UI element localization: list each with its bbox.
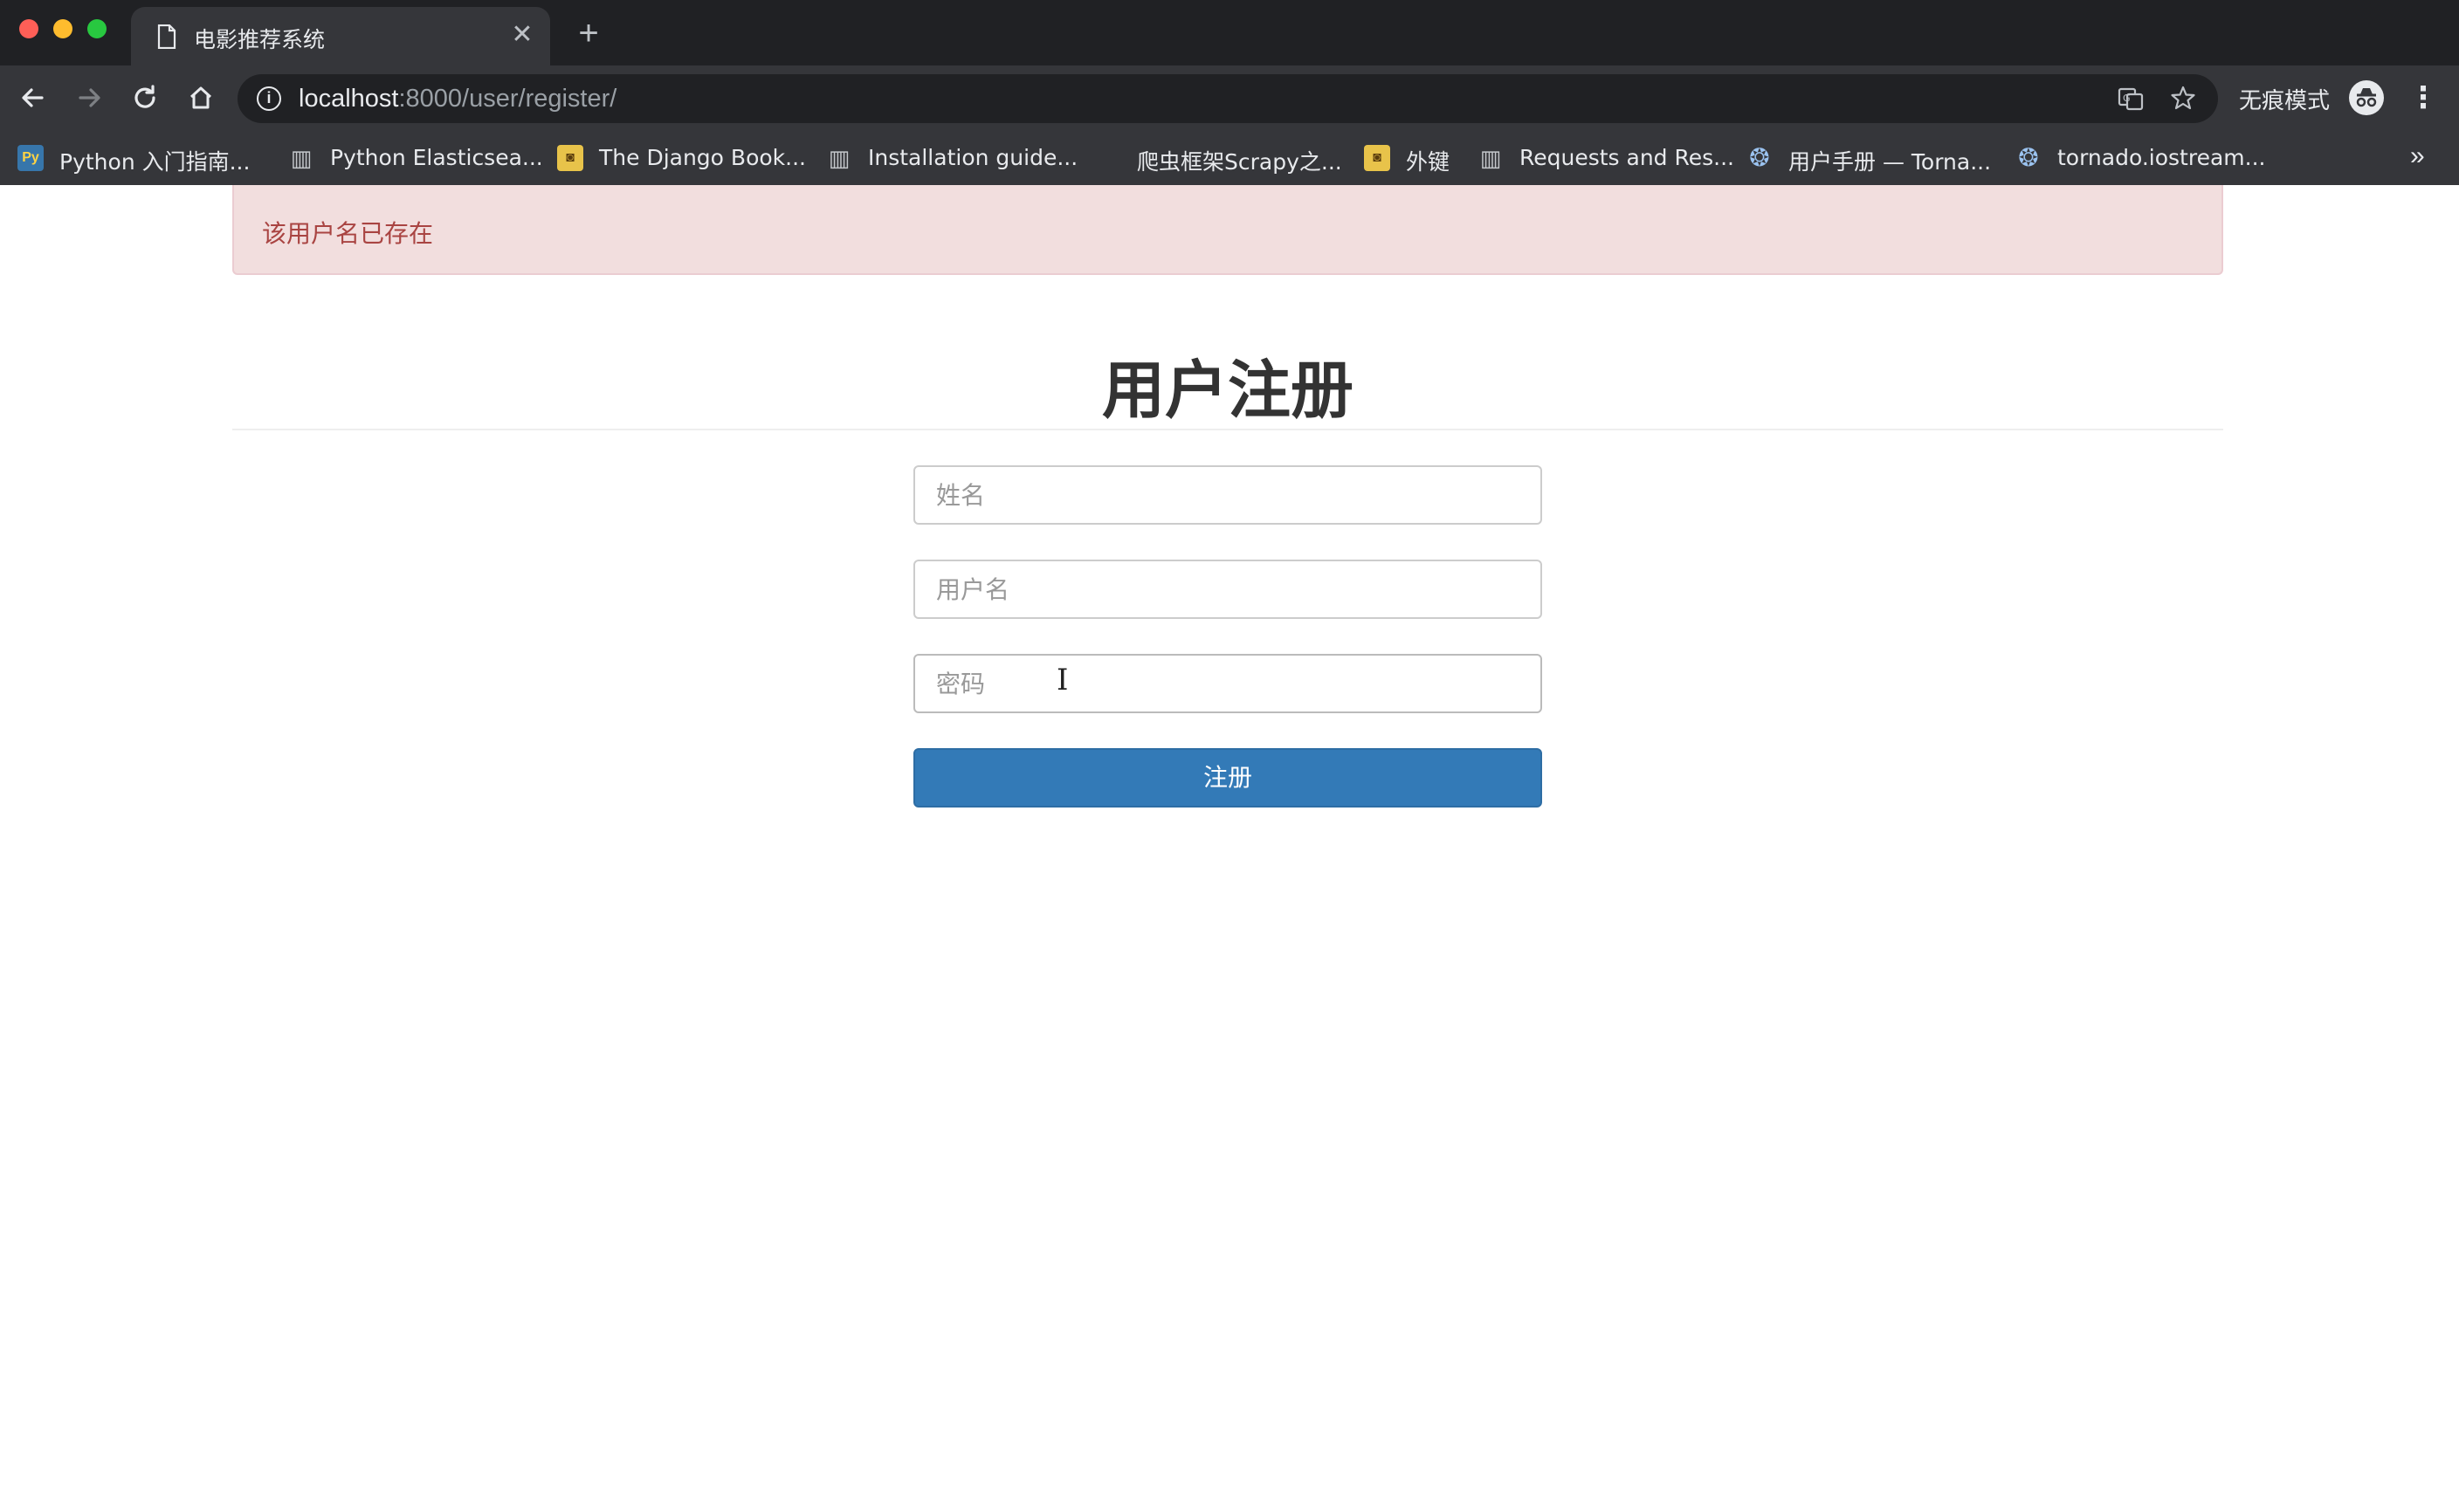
home-icon[interactable]	[183, 80, 218, 115]
tornado-icon: ❂	[2018, 144, 2039, 171]
translate-icon[interactable]: G	[2115, 83, 2146, 114]
tab-title: 电影推荐系统	[194, 27, 326, 52]
blank-icon	[1095, 145, 1121, 171]
active-tab[interactable]: 电影推荐系统 ✕	[131, 7, 550, 65]
password-input[interactable]	[913, 654, 1542, 713]
close-window-button[interactable]	[19, 19, 38, 38]
address-bar[interactable]: i localhost:8000/user/register/ G	[238, 74, 2218, 123]
bookmark-label: 爬虫框架Scrapy之...	[1137, 149, 1342, 175]
bookmark-label: Installation guide...	[868, 145, 1078, 170]
bookmark-label: Requests and Res...	[1519, 145, 1734, 170]
close-tab-icon[interactable]: ✕	[508, 21, 536, 49]
incognito-label: 无痕模式	[2239, 88, 2331, 114]
doc-icon: ▥	[828, 145, 851, 171]
tornado-icon: ❂	[1749, 144, 1770, 171]
bookmark-label: 外键	[1406, 149, 1450, 175]
bookmark-label: Python Elasticsea...	[330, 145, 543, 170]
register-button[interactable]: 注册	[913, 748, 1542, 808]
browser-toolbar: i localhost:8000/user/register/ G 无痕模式 ⋮	[0, 65, 2459, 131]
doc-icon: ▥	[1479, 145, 1502, 171]
bookmark-label: Python 入门指南...	[59, 149, 251, 175]
reload-icon[interactable]	[127, 80, 162, 115]
bookmark-label: 用户手册 — Torna...	[1788, 149, 1992, 175]
title-divider	[232, 429, 2223, 430]
username-input[interactable]	[913, 560, 1542, 619]
bookmark-label: tornado.iostream...	[2057, 145, 2266, 170]
page-icon	[157, 24, 176, 50]
alert-message: 该用户名已存在	[262, 219, 434, 248]
bookmarks-bar: Py Python 入门指南... ▥ Python Elasticsea...…	[0, 131, 2459, 185]
site-info-icon[interactable]: i	[257, 86, 281, 111]
error-alert: 该用户名已存在	[232, 185, 2223, 275]
python-icon: Py	[17, 145, 44, 171]
bookmark-label: The Django Book...	[599, 145, 806, 170]
forward-arrow-icon[interactable]	[72, 80, 107, 115]
maximize-window-button[interactable]	[87, 19, 107, 38]
back-arrow-icon[interactable]	[16, 80, 51, 115]
django-book-icon: ◙	[557, 145, 583, 171]
django-book-icon: ◙	[1364, 145, 1390, 171]
minimize-window-button[interactable]	[53, 19, 72, 38]
more-bookmarks-icon[interactable]: »	[2410, 141, 2425, 171]
name-input[interactable]	[913, 465, 1542, 525]
tab-strip: 电影推荐系统 ✕ +	[0, 0, 2459, 65]
new-tab-icon[interactable]: +	[571, 16, 606, 51]
svg-text:G: G	[2123, 93, 2131, 104]
incognito-icon[interactable]	[2349, 80, 2384, 115]
text-cursor-icon: I	[1057, 663, 1069, 698]
url-text: localhost:8000/user/register/	[299, 85, 617, 113]
more-menu-icon[interactable]: ⋮	[2408, 79, 2438, 117]
page-title: 用户注册	[1101, 354, 1353, 427]
doc-icon: ▥	[290, 145, 313, 171]
bookmark-star-icon[interactable]	[2167, 83, 2199, 114]
